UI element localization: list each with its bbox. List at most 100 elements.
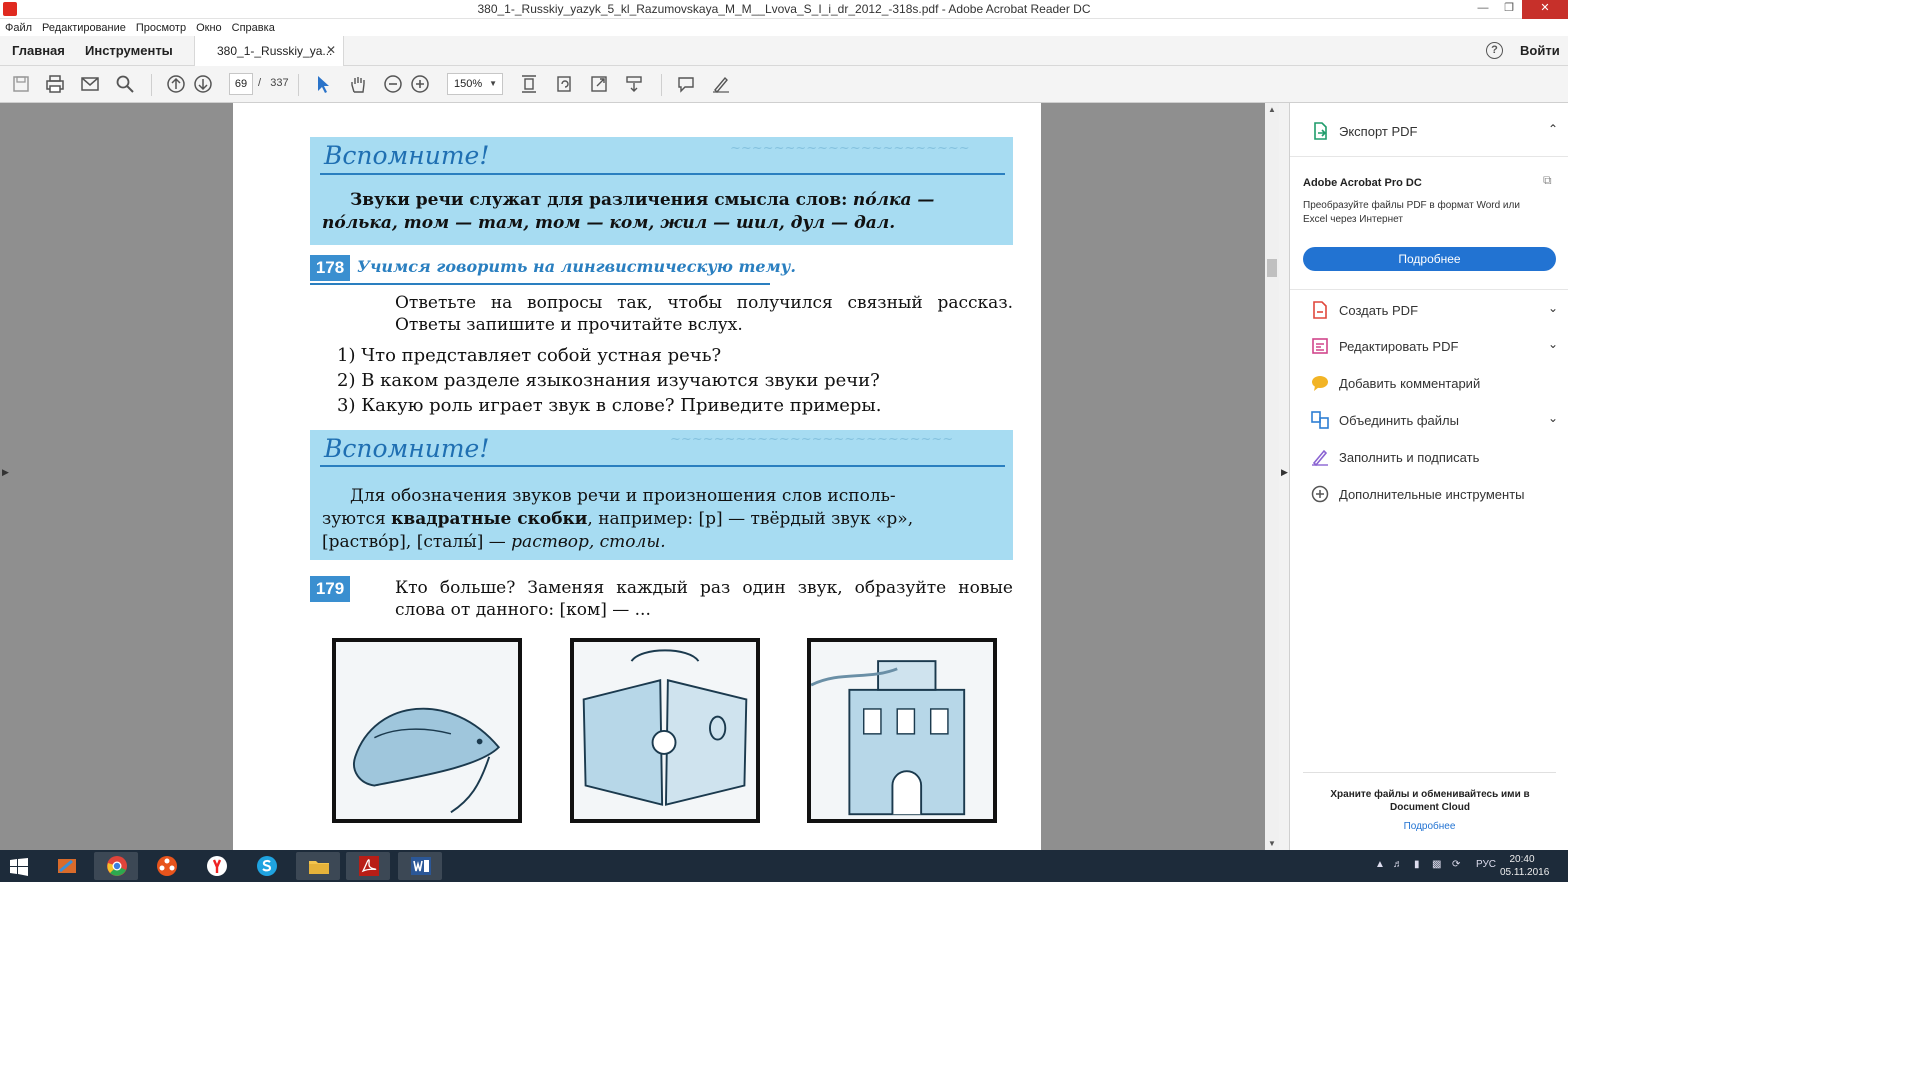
page-separator: / <box>258 77 262 89</box>
menu-view[interactable]: Просмотр <box>131 22 191 34</box>
pdf-page: ~~~~~~~~~~~~~~~~~~~~~~ Вспомните! Звуки … <box>233 103 1041 850</box>
chevron-down-icon[interactable]: ⌄ <box>1548 337 1558 351</box>
question-2: 2) В каком разделе языкознания изучаются… <box>337 370 880 391</box>
book-illustration <box>570 638 760 823</box>
tab-home[interactable]: Главная <box>12 43 65 58</box>
windows-logo-icon <box>10 858 28 876</box>
scroll-up-icon[interactable]: ▲ <box>1268 105 1276 114</box>
exercise-179-line2: слова от данного: [ком] — ... <box>395 600 651 620</box>
document-tab[interactable]: 380_1-_Russkiy_ya... ✕ <box>194 36 344 66</box>
tool-label: Объединить файлы <box>1339 413 1459 428</box>
editor-app-icon <box>58 859 76 873</box>
taskbar-app-editor[interactable] <box>44 852 88 880</box>
show-hidden-icons-icon[interactable]: ▲ <box>1375 859 1385 870</box>
document-cloud-text: Храните файлы и обменивайтесь ими в Docu… <box>1330 789 1530 813</box>
previous-page-icon[interactable] <box>166 74 186 94</box>
tool-more-tools[interactable]: Дополнительные инструменты <box>1310 483 1560 507</box>
comment-icon[interactable] <box>676 74 696 94</box>
network-icon[interactable]: ▩ <box>1432 859 1441 870</box>
battery-icon[interactable]: ▮ <box>1414 859 1420 870</box>
tool-create-pdf[interactable]: Создать PDF ⌄ <box>1310 299 1560 323</box>
remember-text: Для обозначения звуков речи и произношен… <box>322 485 1005 554</box>
tool-add-comment[interactable]: Добавить комментарий <box>1310 372 1560 396</box>
system-clock[interactable]: 20:40 05.11.2016 <box>1500 853 1549 879</box>
zoom-out-icon[interactable] <box>383 74 403 94</box>
combine-files-icon <box>1310 410 1330 430</box>
export-pdf-header[interactable]: Экспорт PDF ⌃ <box>1290 103 1568 157</box>
tool-combine-files[interactable]: Объединить файлы ⌄ <box>1310 409 1560 433</box>
export-pdf-item[interactable]: Экспорт PDF ⌃ <box>1310 120 1560 144</box>
taskbar-app-word[interactable] <box>398 852 442 880</box>
fit-page-icon[interactable] <box>519 74 539 94</box>
scroll-down-icon[interactable]: ▼ <box>1268 839 1276 848</box>
toolbar: 69 / 337 150% ▼ <box>0 66 1568 103</box>
hand-tool-icon[interactable] <box>348 74 368 94</box>
chevron-down-icon[interactable]: ⌄ <box>1548 411 1558 425</box>
window-title: 380_1-_Russkiy_yazyk_5_kl_Razumovskaya_M… <box>477 2 1091 16</box>
chevron-down-icon[interactable]: ⌄ <box>1548 301 1558 315</box>
convert-icon: ⧉ <box>1543 173 1552 187</box>
tool-fill-sign[interactable]: Заполнить и подписать <box>1310 446 1560 470</box>
chevron-right-icon: ▶ <box>1281 467 1288 477</box>
taskbar-app-acrobat[interactable] <box>346 852 390 880</box>
sync-icon[interactable]: ⟳ <box>1452 859 1460 870</box>
taskbar-app-media[interactable] <box>144 852 188 880</box>
taskbar-app-yandex[interactable] <box>194 852 238 880</box>
page-number-input[interactable]: 69 <box>229 73 253 95</box>
document-tab-label: 380_1-_Russkiy_ya... <box>217 44 333 58</box>
catfish-illustration <box>332 638 522 823</box>
save-icon[interactable] <box>11 74 31 94</box>
taskbar-app-explorer[interactable] <box>296 852 340 880</box>
toolbar-separator <box>661 74 662 96</box>
skype-icon <box>257 856 277 876</box>
more-tools-icon <box>1310 484 1330 504</box>
chevron-up-icon[interactable]: ⌃ <box>1548 122 1558 136</box>
taskbar-app-skype[interactable] <box>244 852 288 880</box>
taskbar-app-chrome[interactable] <box>94 852 138 880</box>
page-count: 337 <box>270 77 289 89</box>
menu-edit[interactable]: Редактирование <box>37 22 131 34</box>
menu-file[interactable]: Файл <box>0 22 37 34</box>
close-tab-icon[interactable]: ✕ <box>326 43 336 57</box>
chrome-icon <box>107 856 127 876</box>
zoom-in-icon[interactable] <box>410 74 430 94</box>
tool-edit-pdf[interactable]: Редактировать PDF ⌄ <box>1310 335 1560 359</box>
select-cursor-icon[interactable] <box>313 74 333 94</box>
create-pdf-icon <box>1310 300 1330 320</box>
start-button[interactable] <box>0 852 40 880</box>
restore-button[interactable]: ❐ <box>1496 0 1522 19</box>
rotate-page-icon[interactable] <box>554 74 574 94</box>
minimize-button[interactable]: — <box>1470 0 1496 19</box>
help-icon[interactable]: ? <box>1486 42 1503 59</box>
question-1: 1) Что представляет собой устная речь? <box>337 345 722 366</box>
volume-icon[interactable]: ♬ <box>1393 859 1403 870</box>
export-pdf-icon <box>1310 121 1330 141</box>
close-window-button[interactable]: ✕ <box>1522 0 1568 19</box>
menu-window[interactable]: Окно <box>191 22 227 34</box>
search-icon[interactable] <box>115 74 135 94</box>
next-page-icon[interactable] <box>193 74 213 94</box>
language-indicator[interactable]: РУС <box>1476 859 1496 870</box>
draw-pen-icon[interactable] <box>711 74 731 94</box>
tab-tools[interactable]: Инструменты <box>85 43 173 58</box>
signin-button[interactable]: Войти <box>1520 43 1560 58</box>
remember-text: Звуки речи служат для различения смысла … <box>322 189 1005 235</box>
scroll-mode-icon[interactable] <box>624 74 644 94</box>
right-panel-toggle[interactable]: ▶ <box>1279 103 1289 850</box>
menu-help[interactable]: Справка <box>227 22 280 34</box>
full-screen-icon[interactable] <box>589 74 609 94</box>
vertical-scrollbar[interactable]: ▲ ▼ <box>1265 103 1279 850</box>
promo-description: Преобразуйте файлы PDF в формат Word или… <box>1303 200 1520 225</box>
zoom-select[interactable]: 150% ▼ <box>447 73 503 95</box>
email-icon[interactable] <box>80 74 100 94</box>
tool-label: Дополнительные инструменты <box>1339 487 1525 502</box>
scroll-thumb[interactable] <box>1267 259 1277 277</box>
document-cloud-link[interactable]: Подробнее <box>1290 821 1568 832</box>
edit-pdf-icon <box>1310 336 1330 356</box>
remember-heading: Вспомните! <box>324 434 490 463</box>
print-icon[interactable] <box>45 74 65 94</box>
learn-more-button[interactable]: Подробнее <box>1303 247 1556 271</box>
left-panel-toggle[interactable]: ▶ <box>0 103 10 850</box>
clock-time: 20:40 <box>1509 854 1535 865</box>
toolbar-separator <box>151 74 152 96</box>
